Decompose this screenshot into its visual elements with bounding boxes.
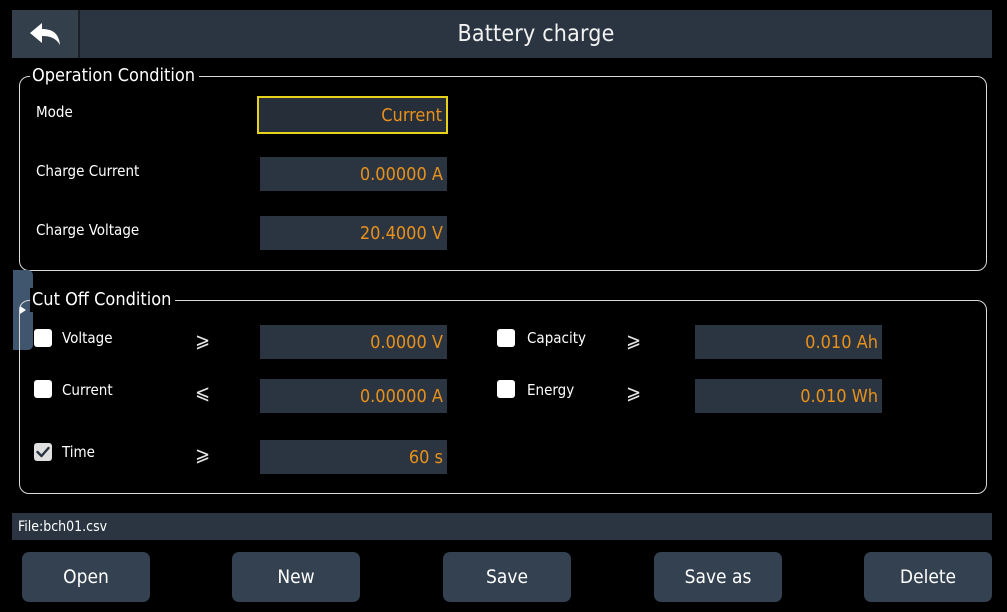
mode-value: Current xyxy=(381,104,442,126)
file-name: File:bch01.csv xyxy=(18,518,108,535)
operation-condition-group: Operation Condition xyxy=(19,64,987,271)
back-arrow-icon xyxy=(30,23,60,45)
energy-cutoff-value: 0.010 Wh xyxy=(800,385,878,407)
voltage-label: Voltage xyxy=(62,329,113,347)
delete-button[interactable]: Delete xyxy=(864,552,992,602)
charge-voltage-value: 20.4000 V xyxy=(359,222,443,244)
current-cutoff-value: 0.00000 A xyxy=(359,385,443,407)
file-name-bar: File:bch01.csv xyxy=(12,513,992,540)
save-button[interactable]: Save xyxy=(443,552,571,602)
open-button[interactable]: Open xyxy=(22,552,150,602)
capacity-comparator: ⩾ xyxy=(626,328,642,352)
title-bar: Battery charge xyxy=(12,10,992,58)
time-cutoff-field[interactable]: 60 s xyxy=(260,440,447,474)
voltage-cutoff-value: 0.0000 V xyxy=(370,331,443,353)
capacity-checkbox[interactable] xyxy=(497,329,515,347)
voltage-comparator: ⩾ xyxy=(195,328,211,352)
charge-voltage-field[interactable]: 20.4000 V xyxy=(260,216,447,250)
capacity-cutoff-field[interactable]: 0.010 Ah xyxy=(695,325,882,359)
capacity-label: Capacity xyxy=(527,329,586,347)
mode-field[interactable]: Current xyxy=(257,96,448,134)
capacity-cutoff-value: 0.010 Ah xyxy=(805,331,878,353)
cut-off-condition-legend: Cut Off Condition xyxy=(30,288,176,312)
app-window: Battery charge Operation Condition Mode … xyxy=(0,0,1007,612)
current-checkbox[interactable] xyxy=(34,380,52,398)
energy-comparator: ⩾ xyxy=(626,380,642,404)
page-title: Battery charge xyxy=(457,21,615,47)
time-comparator: ⩾ xyxy=(195,442,211,466)
new-button[interactable]: New xyxy=(232,552,360,602)
voltage-checkbox[interactable] xyxy=(34,329,52,347)
current-cutoff-field[interactable]: 0.00000 A xyxy=(260,379,447,413)
time-label: Time xyxy=(62,443,95,461)
mode-label: Mode xyxy=(36,103,73,121)
time-cutoff-value: 60 s xyxy=(408,446,443,468)
charge-current-label: Charge Current xyxy=(36,162,140,180)
charge-voltage-label: Charge Voltage xyxy=(36,221,140,239)
energy-cutoff-field[interactable]: 0.010 Wh xyxy=(695,379,882,413)
checkmark-icon xyxy=(36,446,50,458)
energy-checkbox[interactable] xyxy=(497,380,515,398)
back-button[interactable] xyxy=(12,10,80,58)
time-checkbox[interactable] xyxy=(34,443,52,461)
energy-label: Energy xyxy=(527,381,575,399)
voltage-cutoff-field[interactable]: 0.0000 V xyxy=(260,325,447,359)
charge-current-value: 0.00000 A xyxy=(359,163,443,185)
save-as-button[interactable]: Save as xyxy=(654,552,782,602)
current-label: Current xyxy=(62,381,113,399)
charge-current-field[interactable]: 0.00000 A xyxy=(260,157,447,191)
operation-condition-legend: Operation Condition xyxy=(30,64,200,88)
current-comparator: ⩽ xyxy=(195,380,211,404)
